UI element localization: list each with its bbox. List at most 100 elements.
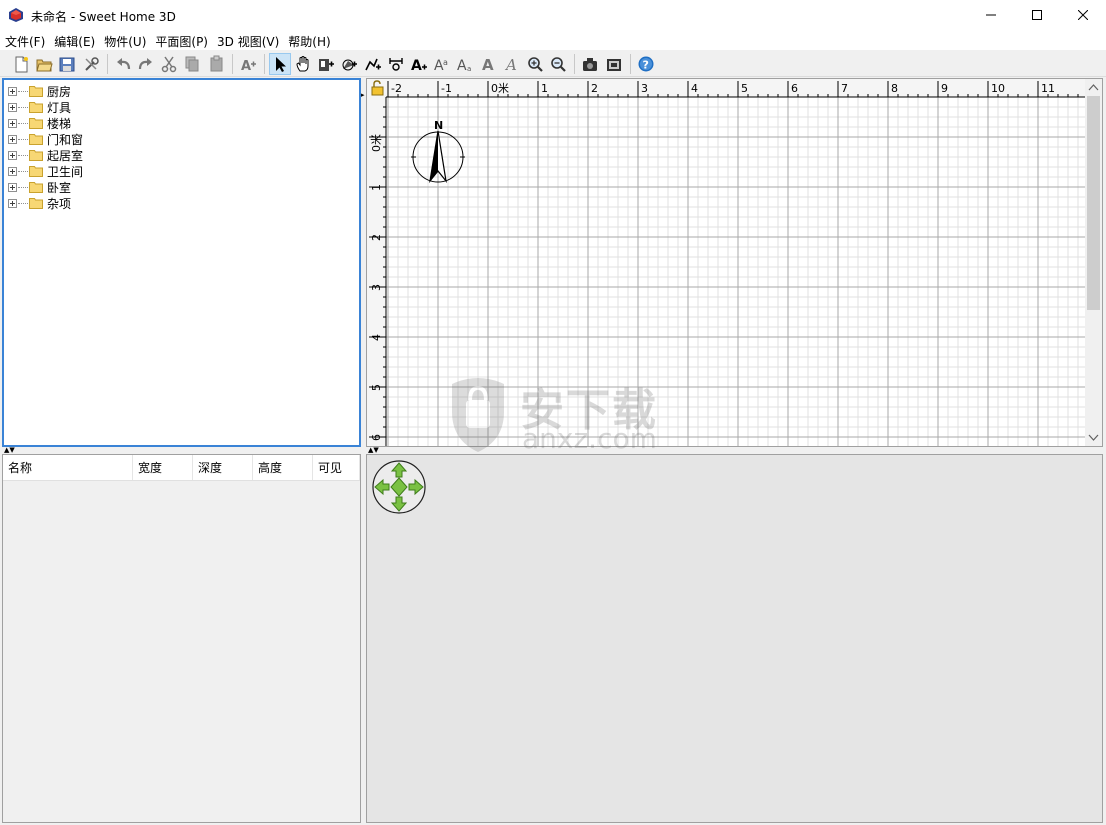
- create-polylines-button[interactable]: [362, 53, 384, 75]
- new-file-icon: [15, 56, 28, 72]
- zoom-out-button[interactable]: [547, 53, 569, 75]
- tree-category-label: 楼梯: [47, 116, 72, 131]
- expand-icon[interactable]: [8, 150, 17, 160]
- split-arrows-icon[interactable]: ▲▼: [4, 447, 15, 454]
- tree-category-item[interactable]: 门和窗: [8, 131, 83, 147]
- zoom-in-button[interactable]: [524, 53, 546, 75]
- plan-grid[interactable]: -2 -1 0米 1 2 3 4 5 6 7 8 9 10 11 0米 1 2 3 4 5 6 N: [367, 79, 1102, 446]
- column-header-width[interactable]: 宽度: [133, 455, 193, 480]
- tree-category-item[interactable]: 厨房: [8, 83, 71, 99]
- folder-icon: [29, 150, 43, 161]
- pan-mode-button[interactable]: [292, 53, 314, 75]
- minimize-icon: [986, 14, 996, 16]
- redo-button[interactable]: [135, 53, 157, 75]
- toolbar-separator: [231, 53, 233, 74]
- 3d-view[interactable]: [366, 454, 1103, 823]
- cut-icon: [161, 56, 177, 72]
- tree-category-label: 卧室: [47, 180, 72, 195]
- furniture-catalog-tree[interactable]: 厨房 灯具 楼梯 门和窗 起居室 卫生间 卧室 杂项: [2, 78, 361, 447]
- x-ruler-label: 1: [541, 82, 548, 95]
- tree-category-item[interactable]: 灯具: [8, 99, 71, 115]
- scroll-up-icon[interactable]: [1085, 79, 1102, 96]
- navigation-arrows-icon[interactable]: [371, 458, 427, 516]
- folder-icon: [29, 102, 43, 113]
- select-mode-button[interactable]: [268, 52, 291, 75]
- expand-icon[interactable]: [8, 198, 17, 208]
- furniture-table[interactable]: 名称 宽度 深度 高度 可见: [2, 454, 361, 823]
- open-file-button[interactable]: [33, 53, 55, 75]
- menu-file[interactable]: 文件(F): [0, 30, 49, 50]
- x-ruler-label: 3: [641, 82, 648, 95]
- tree-category-label: 厨房: [47, 84, 72, 99]
- pan-mode-icon: [296, 55, 309, 71]
- help-button[interactable]: ?: [635, 53, 657, 75]
- copy-button[interactable]: [181, 53, 203, 75]
- toolbar-separator: [574, 53, 576, 74]
- expand-icon[interactable]: [8, 118, 17, 128]
- create-video-button[interactable]: [603, 53, 625, 75]
- x-ruler-label: 8: [891, 82, 898, 95]
- plan-view[interactable]: -2 -1 0米 1 2 3 4 5 6 7 8 9 10 11 0米 1 2 3 4 5 6 N: [366, 78, 1103, 447]
- split-arrows-icon[interactable]: ▸: [361, 92, 365, 99]
- save-file-button[interactable]: [56, 53, 78, 75]
- decrease-text-size-button[interactable]: Aa: [454, 53, 476, 75]
- expand-icon[interactable]: [8, 86, 17, 96]
- split-arrows-icon[interactable]: ▲▼: [368, 447, 379, 454]
- create-walls-button[interactable]: [315, 53, 337, 75]
- menu-help[interactable]: 帮助(H): [283, 30, 334, 50]
- tree-category-label: 杂项: [47, 196, 72, 211]
- minimize-button[interactable]: [968, 0, 1014, 30]
- preferences-icon: [84, 56, 99, 71]
- create-photo-button[interactable]: [579, 53, 601, 75]
- svg-text:A: A: [482, 56, 494, 73]
- maximize-icon: [1032, 10, 1042, 20]
- column-header-name[interactable]: 名称: [3, 455, 133, 480]
- tree-connector: [18, 106, 28, 108]
- paste-button[interactable]: [205, 53, 227, 75]
- menu-furniture[interactable]: 物件(U): [99, 30, 150, 50]
- maximize-button[interactable]: [1014, 0, 1060, 30]
- menu-edit[interactable]: 编辑(E): [49, 30, 99, 50]
- tree-connector: [18, 186, 28, 188]
- new-file-button[interactable]: [10, 53, 32, 75]
- expand-icon[interactable]: [8, 182, 17, 192]
- undo-button[interactable]: [112, 53, 134, 75]
- y-ruler-label: 2: [370, 234, 383, 241]
- expand-icon[interactable]: [8, 102, 17, 112]
- italic-text-button[interactable]: A: [501, 53, 523, 75]
- tree-category-item[interactable]: 楼梯: [8, 115, 71, 131]
- toolbar: A A Aa Aa A A?: [0, 51, 1106, 77]
- add-furniture-button[interactable]: A: [237, 53, 259, 75]
- menu-3d-view[interactable]: 3D 视图(V): [212, 30, 283, 50]
- add-text-button[interactable]: A: [408, 53, 430, 75]
- column-header-depth[interactable]: 深度: [193, 455, 253, 480]
- scroll-down-icon[interactable]: [1085, 429, 1102, 446]
- create-rooms-button[interactable]: [338, 53, 360, 75]
- tree-category-item[interactable]: 起居室: [8, 147, 83, 163]
- plan-background: [367, 79, 1102, 446]
- x-ruler-label: -2: [391, 82, 402, 95]
- bold-text-button[interactable]: A: [478, 53, 500, 75]
- cut-button[interactable]: [158, 53, 180, 75]
- create-dimensions-button[interactable]: [385, 53, 407, 75]
- menu-plan[interactable]: 平面图(P): [150, 30, 212, 50]
- lock-icon: [371, 86, 384, 96]
- scrollbar-thumb[interactable]: [1087, 96, 1100, 310]
- tree-category-item[interactable]: 卫生间: [8, 163, 83, 179]
- svg-text:a: a: [443, 58, 448, 67]
- expand-icon[interactable]: [8, 166, 17, 176]
- column-header-height[interactable]: 高度: [253, 455, 313, 480]
- increase-text-size-icon: Aa: [434, 58, 448, 73]
- create-dimensions-icon: [389, 57, 403, 71]
- expand-icon[interactable]: [8, 134, 17, 144]
- create-photo-icon: [583, 57, 598, 71]
- svg-text:A: A: [504, 56, 517, 73]
- column-header-visible[interactable]: 可见: [313, 455, 360, 480]
- tree-category-item[interactable]: 杂项: [8, 195, 71, 211]
- close-button[interactable]: [1060, 0, 1106, 30]
- folder-icon: [29, 166, 43, 177]
- tree-category-item[interactable]: 卧室: [8, 179, 71, 195]
- plan-vertical-scrollbar[interactable]: [1085, 79, 1102, 446]
- preferences-button[interactable]: [80, 53, 102, 75]
- increase-text-size-button[interactable]: Aa: [431, 53, 453, 75]
